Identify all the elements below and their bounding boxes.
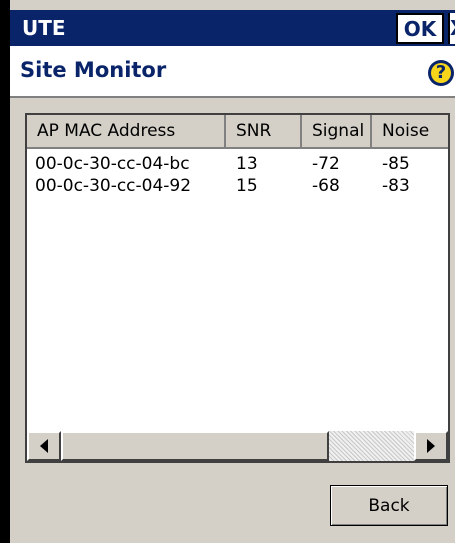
scroll-left-button[interactable] (27, 431, 61, 461)
scroll-right-button[interactable] (414, 431, 448, 461)
screen-bezel-left (0, 0, 10, 543)
title-bar: UTE OK X (10, 10, 455, 46)
back-button[interactable]: Back (330, 485, 448, 526)
site-monitor-list[interactable]: AP MAC Address SNR Signal Noise 00-0c-30… (25, 113, 450, 463)
cell-ap-mac: 00-0c-30-cc-04-92 (35, 176, 192, 196)
list-header: AP MAC Address SNR Signal Noise (27, 115, 448, 149)
screen-margin-right (455, 0, 460, 543)
page-title: Site Monitor (20, 53, 285, 87)
scroll-track[interactable] (329, 431, 414, 461)
cell-snr: 13 (236, 154, 258, 174)
arrow-left-icon (40, 439, 48, 453)
window-title: UTE (22, 16, 66, 40)
cell-ap-mac: 00-0c-30-cc-04-bc (35, 154, 190, 174)
header: Site Monitor ? (10, 46, 455, 96)
help-icon[interactable]: ? (428, 60, 454, 86)
app-window: UTE OK X Site Monitor ? AP MAC Address S… (0, 0, 455, 543)
question-mark-glyph: ? (435, 62, 447, 83)
column-header-signal[interactable]: Signal (302, 115, 372, 149)
cell-signal: -68 (312, 176, 340, 196)
column-header-noise[interactable]: Noise (372, 115, 448, 149)
ok-button[interactable]: OK (396, 13, 444, 44)
column-header-snr[interactable]: SNR (226, 115, 302, 149)
cell-signal: -72 (312, 154, 340, 174)
cell-noise: -83 (382, 176, 410, 196)
horizontal-scrollbar[interactable] (27, 431, 448, 461)
header-divider (10, 96, 455, 98)
table-row[interactable]: 00-0c-30-cc-04-bc 13 -72 -85 (27, 153, 448, 175)
column-header-ap-mac[interactable]: AP MAC Address (27, 115, 226, 149)
table-row[interactable]: 00-0c-30-cc-04-92 15 -68 -83 (27, 175, 448, 197)
scroll-thumb[interactable] (61, 431, 329, 461)
cell-noise: -85 (382, 154, 410, 174)
arrow-right-icon (427, 439, 435, 453)
cell-snr: 15 (236, 176, 258, 196)
close-button[interactable]: X (448, 13, 455, 44)
